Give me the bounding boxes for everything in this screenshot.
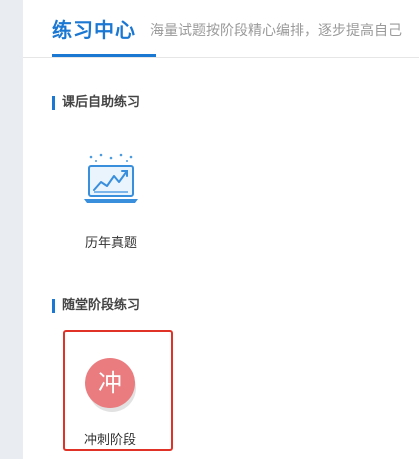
card-past-exams[interactable]: 历年真题 bbox=[65, 148, 157, 258]
chart-screen-icon bbox=[81, 152, 141, 212]
section-title-stage-practice: 随堂阶段练习 bbox=[52, 298, 140, 314]
page-header: 练习中心 海量试题按阶段精心编排，逐步提高自己 bbox=[23, 0, 419, 58]
page-title: 练习中心 bbox=[52, 18, 136, 42]
card-sprint-stage[interactable]: 冲 冲刺阶段 bbox=[63, 330, 173, 451]
practice-center-panel: 练习中心 海量试题按阶段精心编排，逐步提高自己 课后自助练习 历年真题 随堂阶段… bbox=[23, 0, 419, 459]
section-title-self-practice: 课后自助练习 bbox=[52, 95, 140, 111]
title-underline bbox=[52, 54, 156, 57]
card-label-sprint-stage: 冲刺阶段 bbox=[83, 433, 136, 448]
page-subtitle: 海量试题按阶段精心编排，逐步提高自己 bbox=[150, 23, 402, 39]
card-label-past-exams: 历年真题 bbox=[84, 236, 137, 251]
sprint-badge-icon: 冲 bbox=[85, 358, 135, 408]
